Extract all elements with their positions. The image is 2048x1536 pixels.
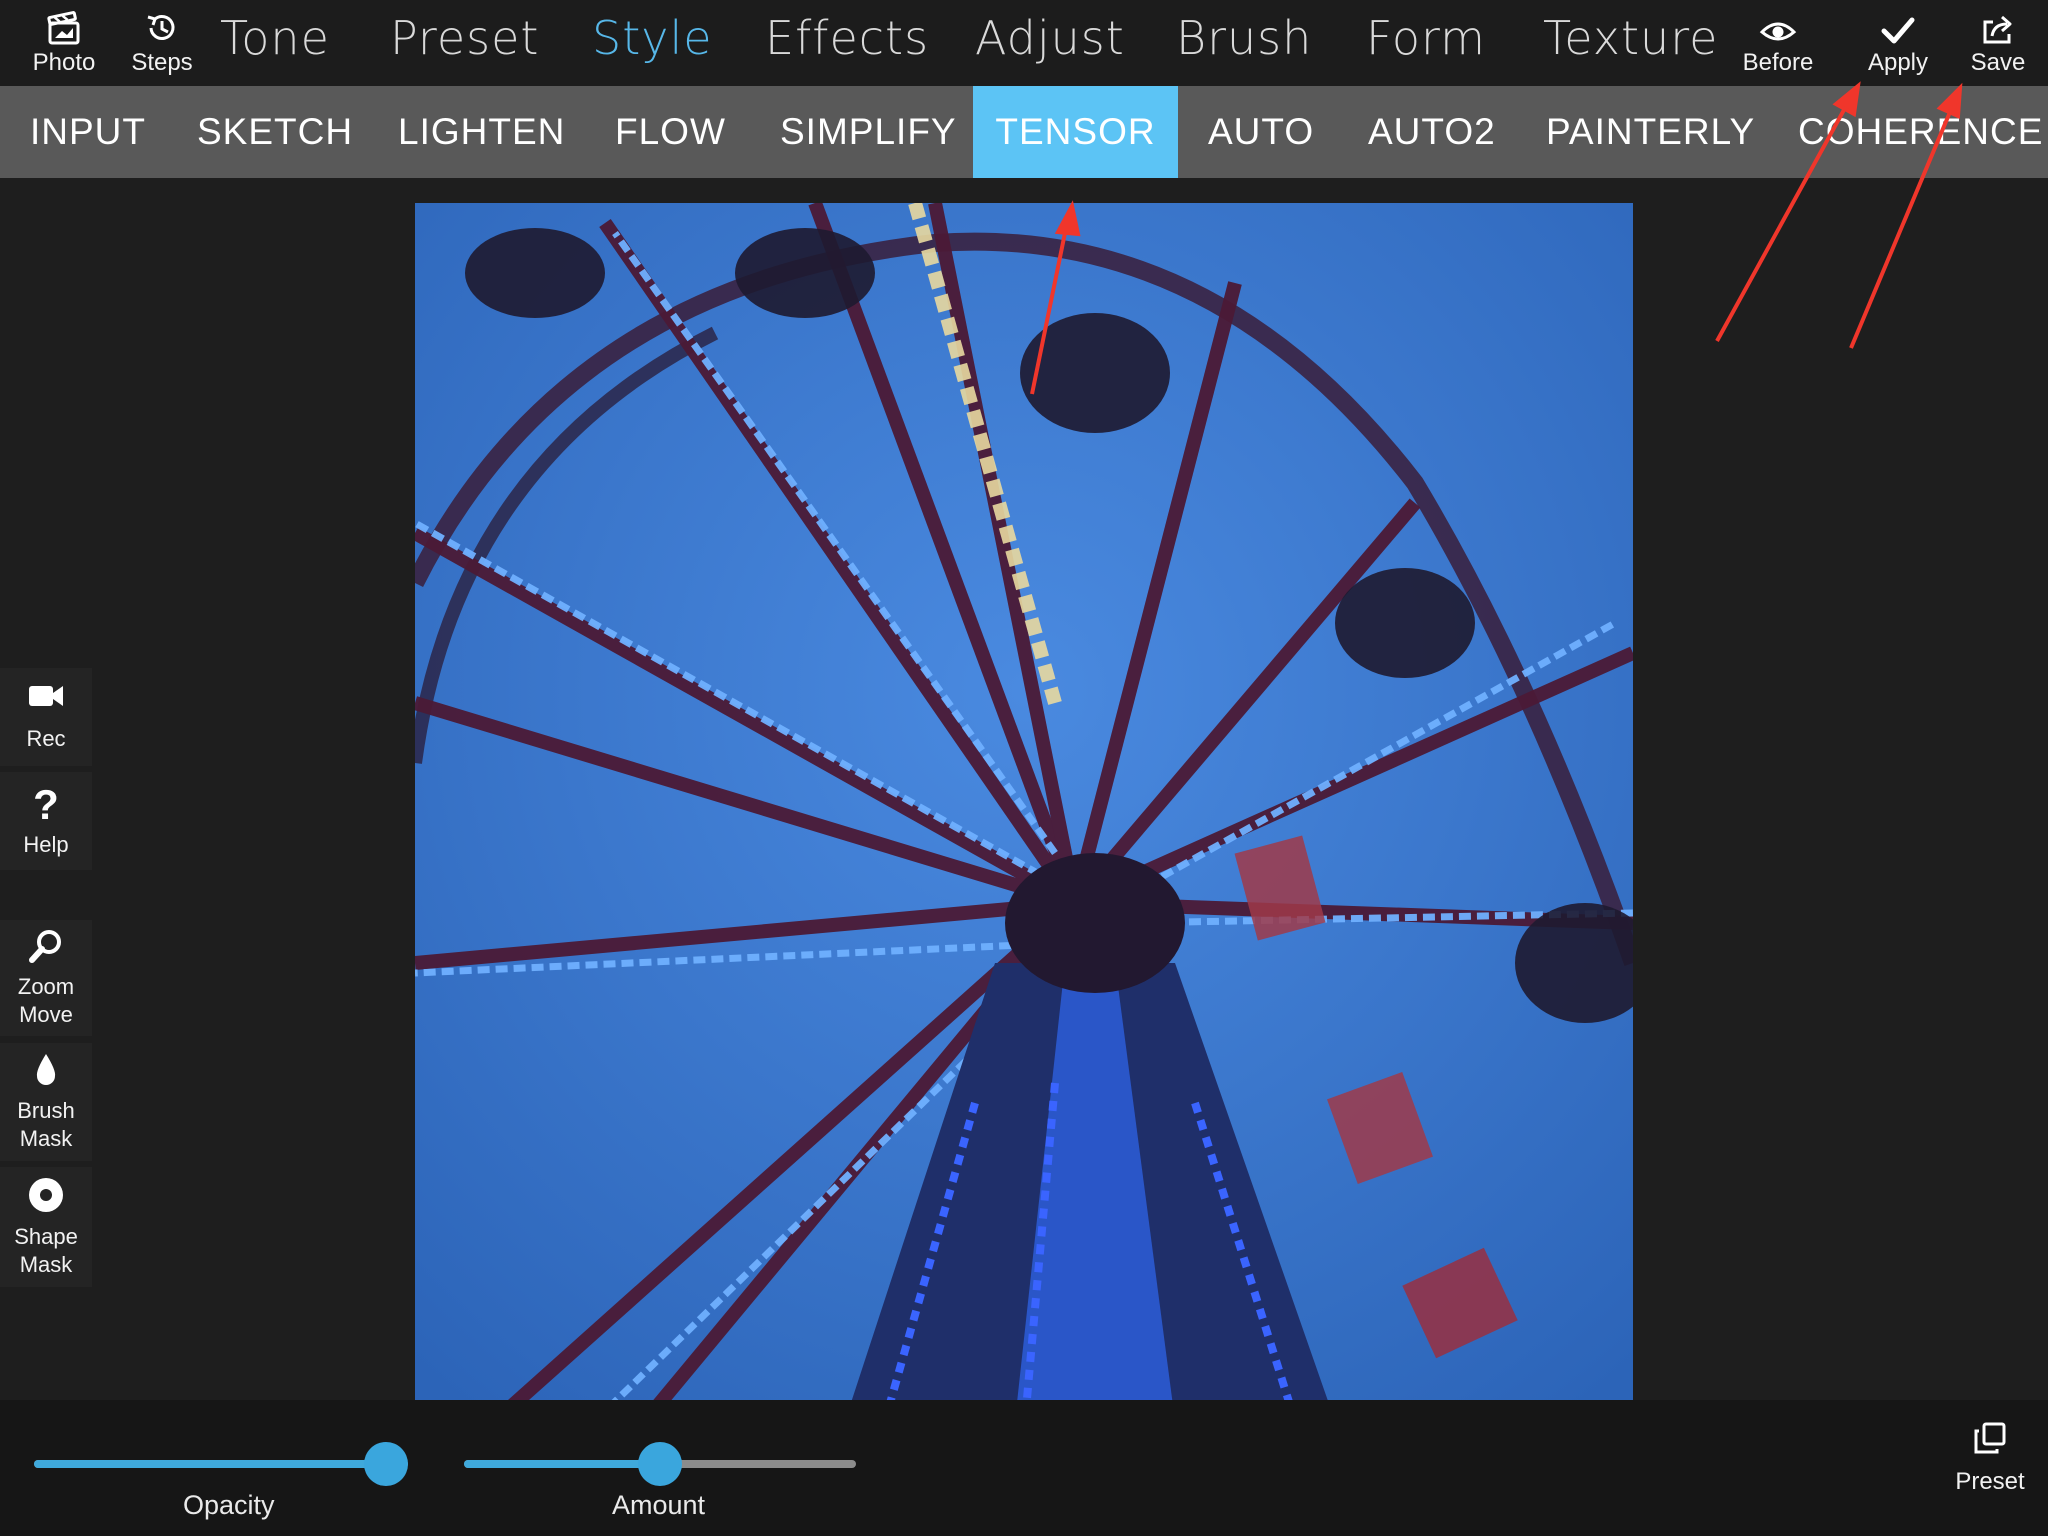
eye-icon [1759, 6, 1797, 46]
steps-label: Steps [131, 49, 193, 76]
tab-style[interactable]: Style [592, 8, 713, 68]
tab-form[interactable]: Form [1366, 8, 1486, 68]
opacity-slider[interactable] [34, 1442, 408, 1486]
history-icon [143, 6, 181, 46]
checkmark-icon [1879, 6, 1917, 46]
drop-icon [31, 1052, 61, 1093]
preset-button-label: Preset [1955, 1468, 2025, 1495]
question-mark-icon: ? [33, 781, 59, 828]
rec-label: Rec [26, 725, 66, 751]
amount-label: Amount [612, 1490, 706, 1520]
amount-slider[interactable] [464, 1442, 856, 1486]
duplicate-icon [1972, 1420, 2008, 1461]
zoom-move-label: Zoom Move [17, 973, 75, 1027]
photo-icon [45, 6, 83, 46]
subtab-input[interactable]: INPUT [30, 86, 146, 178]
amount-slider-knob[interactable] [638, 1442, 682, 1486]
save-button[interactable]: Save [1948, 6, 2048, 78]
subtab-lighten[interactable]: LIGHTEN [398, 86, 565, 178]
opacity-slider-fill [34, 1460, 408, 1468]
opacity-label: Opacity [183, 1490, 275, 1520]
subtab-flow[interactable]: FLOW [615, 86, 726, 178]
amount-slider-fill [464, 1460, 660, 1468]
tab-tone[interactable]: Tone [220, 8, 330, 68]
subtab-tensor[interactable]: TENSOR [973, 86, 1178, 178]
photo-label: Photo [32, 49, 96, 76]
brush-mask-button[interactable]: Brush Mask [0, 1043, 92, 1161]
zoom-move-button[interactable]: Zoom Move [0, 920, 92, 1036]
brush-mask-label: Brush Mask [17, 1097, 75, 1151]
tab-texture[interactable]: Texture [1543, 8, 1718, 68]
subtab-sketch[interactable]: SKETCH [197, 86, 353, 178]
top-toolbar: Photo Steps Tone Preset Style Effects Ad… [0, 0, 2048, 86]
tab-effects[interactable]: Effects [765, 8, 929, 68]
apply-button[interactable]: Apply [1848, 6, 1948, 78]
tab-brush[interactable]: Brush [1176, 8, 1312, 68]
preset-button[interactable]: Preset [1940, 1420, 2040, 1497]
photo-canvas[interactable] [415, 203, 1633, 1421]
save-label: Save [1970, 49, 2026, 76]
magnifier-icon [27, 928, 65, 969]
subtab-simplify[interactable]: SIMPLIFY [780, 86, 957, 178]
shape-mask-button[interactable]: Shape Mask [0, 1167, 92, 1287]
style-subbar: INPUT SKETCH LIGHTEN FLOW SIMPLIFY TENSO… [0, 86, 2048, 178]
ferris-wheel-painting [415, 203, 1633, 1421]
help-button[interactable]: ? Help [0, 772, 92, 870]
share-icon [1979, 6, 2017, 46]
shape-mask-label: Shape Mask [14, 1223, 78, 1277]
before-label: Before [1742, 49, 1814, 76]
subtab-coherence[interactable]: COHERENCE [1798, 86, 2043, 178]
tab-adjust[interactable]: Adjust [975, 8, 1125, 68]
subtab-auto[interactable]: AUTO [1208, 86, 1314, 178]
video-camera-icon [27, 682, 65, 715]
opacity-slider-knob[interactable] [364, 1442, 408, 1486]
subtab-auto2[interactable]: AUTO2 [1368, 86, 1496, 178]
before-button[interactable]: Before [1728, 6, 1828, 78]
rec-button[interactable]: Rec [0, 668, 92, 766]
circle-target-icon [27, 1176, 65, 1219]
help-label: Help [23, 832, 69, 857]
photo-button[interactable]: Photo [14, 6, 114, 78]
apply-label: Apply [1867, 49, 1929, 76]
tab-preset[interactable]: Preset [390, 8, 539, 68]
steps-button[interactable]: Steps [112, 6, 212, 78]
subtab-painterly[interactable]: PAINTERLY [1546, 86, 1755, 178]
